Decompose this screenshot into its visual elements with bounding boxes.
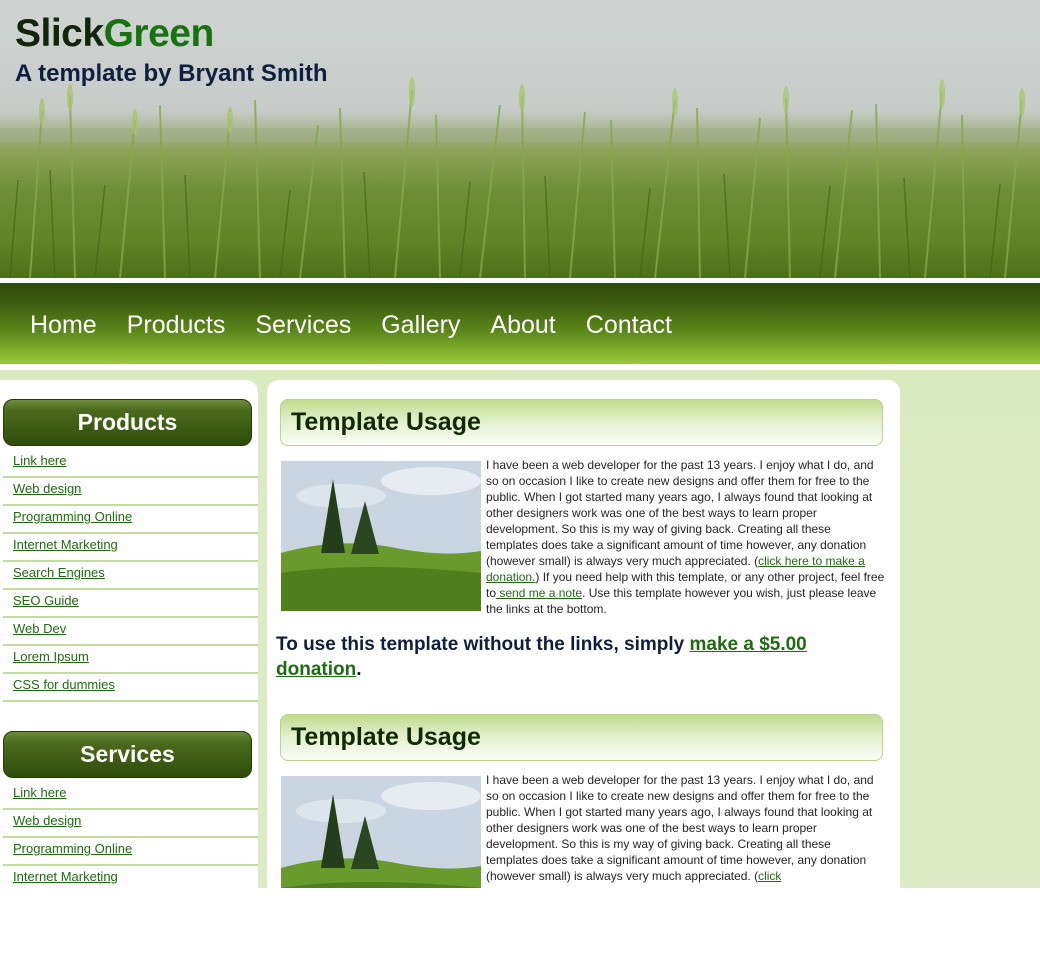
sidebar-link[interactable]: Web design [13,481,81,496]
paragraph-text: I have been a web developer for the past… [486,773,874,883]
site-title-part2: Green [103,12,215,55]
sidebar-link[interactable]: Web Dev [13,621,66,636]
sidebar-link[interactable]: CSS for dummies [13,677,115,692]
landscape-photo [281,776,481,888]
sidebar-products-links: Link here Web design Programming Online … [3,450,258,702]
main-content: Template Usage I have been a web develop… [267,380,900,888]
list-item: CSS for dummies [3,674,258,702]
notice-text: To use this template without the links, … [276,634,690,655]
header-banner: SlickGreen A template by Bryant Smith [0,0,1040,278]
sidebar-products-heading: Products [3,399,252,446]
sidebar: Products Link here Web design Programmin… [0,380,258,888]
list-item: Search Engines [3,562,258,590]
section-paragraph: I have been a web developer for the past… [486,457,886,617]
sidebar-link[interactable]: Programming Online [13,509,132,524]
send-note-link[interactable]: send me a note [496,586,582,600]
nav-item-contact[interactable]: Contact [571,308,687,342]
nav-item-services[interactable]: Services [240,308,366,342]
list-item: Link here [3,782,258,810]
list-item: Programming Online [3,838,258,866]
site-subtitle: A template by Bryant Smith [15,60,328,87]
list-item: Lorem Ipsum [3,646,258,674]
nav-item-home[interactable]: Home [15,308,112,342]
site-title-part1: Slick [15,12,104,55]
section-heading: Template Usage [291,723,481,751]
section-heading: Template Usage [291,408,481,436]
paragraph-text: I have been a web developer for the past… [486,458,874,568]
main-nav: Home Products Services Gallery About Con… [0,283,1040,364]
list-item: Web design [3,478,258,506]
list-item: SEO Guide [3,590,258,618]
nav-item-products[interactable]: Products [112,308,241,342]
list-item: Internet Marketing [3,866,258,888]
sidebar-link[interactable]: Internet Marketing [13,537,118,552]
section-heading-bar: Template Usage [280,399,883,446]
sidebar-services-heading: Services [3,731,252,778]
sidebar-link[interactable]: SEO Guide [13,593,79,608]
sidebar-services-links: Link here Web design Programming Online … [3,782,258,888]
list-item: Link here [3,450,258,478]
donation-link[interactable]: click [758,869,781,883]
sidebar-link[interactable]: Link here [13,785,66,800]
sidebar-link[interactable]: Web design [13,813,81,828]
list-item: Internet Marketing [3,534,258,562]
section-paragraph: I have been a web developer for the past… [486,772,886,884]
trees-on-hill-image [281,461,481,611]
landscape-photo [281,461,481,611]
nav-item-gallery[interactable]: Gallery [366,308,475,342]
section-heading-bar: Template Usage [280,714,883,761]
site-title: SlickGreen [15,12,214,56]
nav-list: Home Products Services Gallery About Con… [15,308,687,342]
list-item: Programming Online [3,506,258,534]
donation-notice: To use this template without the links, … [276,632,876,682]
nav-item-about[interactable]: About [475,308,570,342]
sidebar-link[interactable]: Programming Online [13,841,132,856]
list-item: Web design [3,810,258,838]
viewport-bottom-blank [0,888,1040,961]
nav-divider [0,364,1040,370]
notice-end: . [356,659,362,680]
page: SlickGreen A template by Bryant Smith Ho… [0,0,1040,888]
sidebar-link[interactable]: Link here [13,453,66,468]
trees-on-hill-image [281,776,481,888]
sidebar-link[interactable]: Internet Marketing [13,869,118,884]
sidebar-link[interactable]: Lorem Ipsum [13,649,89,664]
sidebar-link[interactable]: Search Engines [13,565,105,580]
list-item: Web Dev [3,618,258,646]
